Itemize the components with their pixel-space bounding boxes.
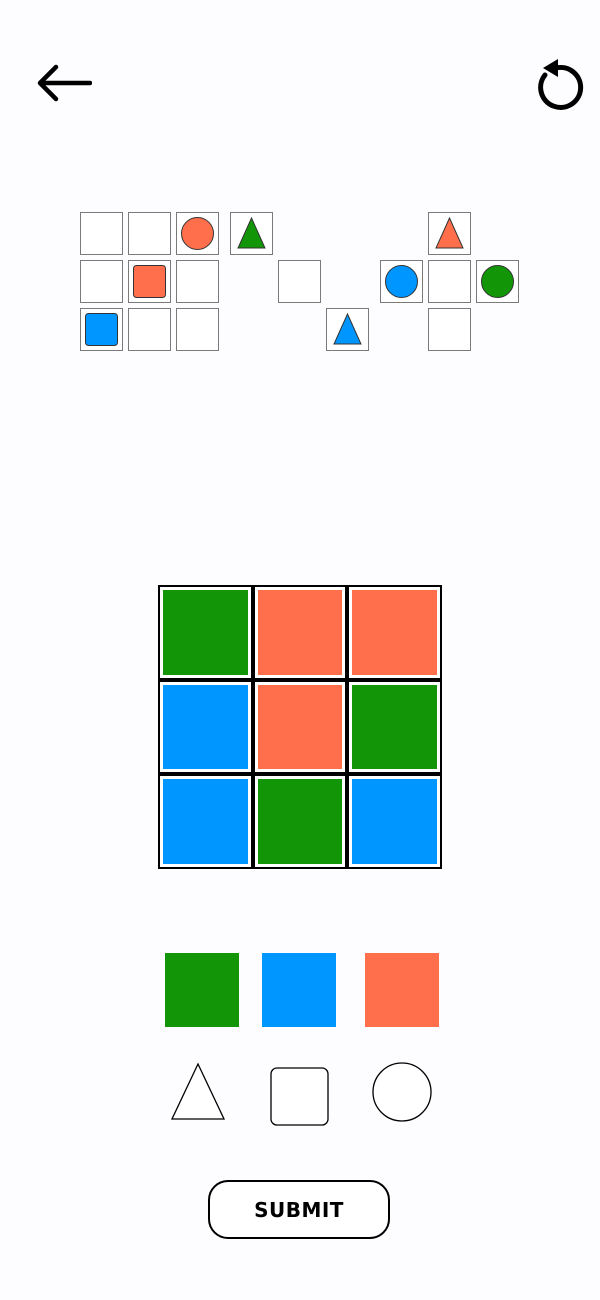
board-cell[interactable] bbox=[349, 587, 440, 678]
blue-square-icon bbox=[85, 313, 118, 346]
triangle-icon bbox=[170, 1062, 226, 1120]
blue-circle-icon bbox=[385, 265, 418, 298]
clue-tile bbox=[176, 260, 219, 303]
green-triangle-icon bbox=[237, 216, 266, 249]
color-swatch-orange[interactable] bbox=[365, 953, 439, 1027]
board-cell-fill bbox=[257, 779, 343, 864]
board-cell[interactable] bbox=[160, 681, 251, 773]
submit-button[interactable]: SUBMIT bbox=[208, 1180, 390, 1239]
color-swatch-green[interactable] bbox=[165, 953, 239, 1027]
board-cell[interactable] bbox=[349, 776, 440, 867]
green-circle-icon bbox=[481, 265, 514, 298]
shape-triangle-button[interactable] bbox=[170, 1062, 226, 1122]
clue-tile bbox=[176, 212, 219, 255]
clue-tile bbox=[176, 308, 219, 351]
board-cell[interactable] bbox=[254, 587, 346, 678]
board-cell-fill bbox=[257, 684, 343, 770]
circle-icon bbox=[372, 1062, 432, 1122]
board-cell-fill bbox=[163, 779, 248, 864]
blue-triangle-icon bbox=[333, 312, 362, 345]
clue-tile bbox=[428, 212, 471, 255]
clue-tile bbox=[128, 212, 171, 255]
board-cell-fill bbox=[352, 779, 437, 864]
board-cell-fill bbox=[257, 590, 343, 675]
board-cell-fill bbox=[163, 590, 248, 675]
clue-tile bbox=[128, 308, 171, 351]
clue-tile bbox=[80, 260, 123, 303]
board-cell[interactable] bbox=[349, 681, 440, 773]
square-icon bbox=[270, 1067, 329, 1126]
color-swatch-blue[interactable] bbox=[262, 953, 336, 1027]
clue-tile bbox=[326, 308, 369, 351]
clue-tile bbox=[428, 308, 471, 351]
board-cell-fill bbox=[352, 684, 437, 770]
puzzle-board bbox=[158, 585, 442, 869]
orange-circle-icon bbox=[181, 217, 214, 250]
shape-circle-button[interactable] bbox=[371, 1061, 433, 1123]
clue-area bbox=[0, 0, 600, 400]
clue-tile bbox=[80, 308, 123, 351]
orange-triangle-icon bbox=[435, 216, 464, 249]
clue-tile bbox=[380, 260, 423, 303]
orange-square-icon bbox=[133, 265, 166, 298]
board-cell[interactable] bbox=[254, 681, 346, 773]
clue-tile bbox=[230, 212, 273, 255]
clue-tile bbox=[128, 260, 171, 303]
shape-square-button[interactable] bbox=[270, 1067, 330, 1127]
board-cell[interactable] bbox=[254, 776, 346, 867]
board-cell[interactable] bbox=[160, 587, 251, 678]
board-cell-fill bbox=[163, 684, 248, 770]
clue-tile bbox=[80, 212, 123, 255]
clue-tile bbox=[428, 260, 471, 303]
clue-tile bbox=[476, 260, 519, 303]
board-cell[interactable] bbox=[160, 776, 251, 867]
board-cell-fill bbox=[352, 590, 437, 675]
clue-tile bbox=[278, 260, 321, 303]
